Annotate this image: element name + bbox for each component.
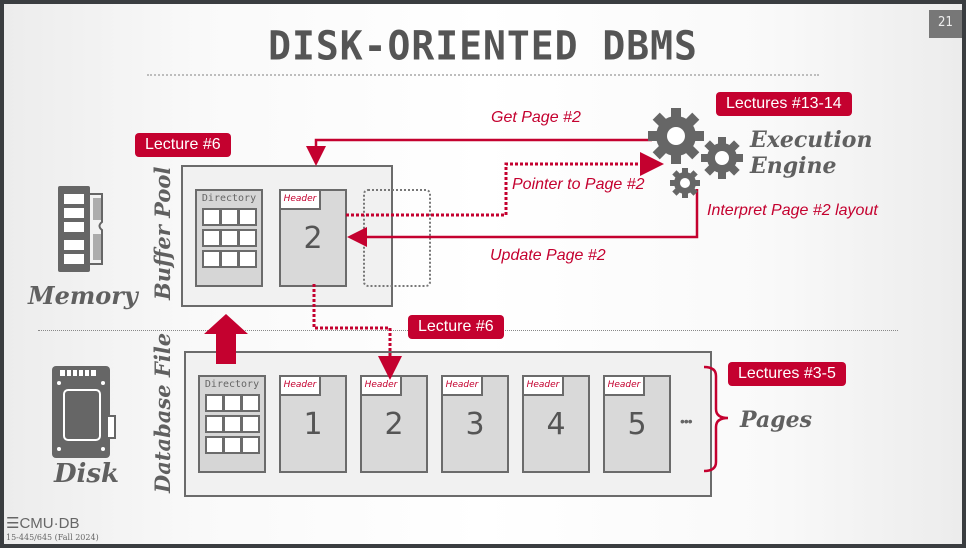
- pages-brace: [703, 365, 729, 473]
- diagram-overlay: [204, 108, 743, 473]
- slide: DISK-ORIENTED DBMS 21 Memory Disk Buffer…: [4, 4, 962, 544]
- update-page-arrow: [347, 189, 699, 247]
- get-page-arrow: [306, 138, 652, 166]
- fetch-page-arrow: [312, 284, 402, 380]
- pointer-arrow: [346, 152, 664, 217]
- load-arrow: [204, 314, 248, 364]
- gears-icon: [648, 108, 743, 198]
